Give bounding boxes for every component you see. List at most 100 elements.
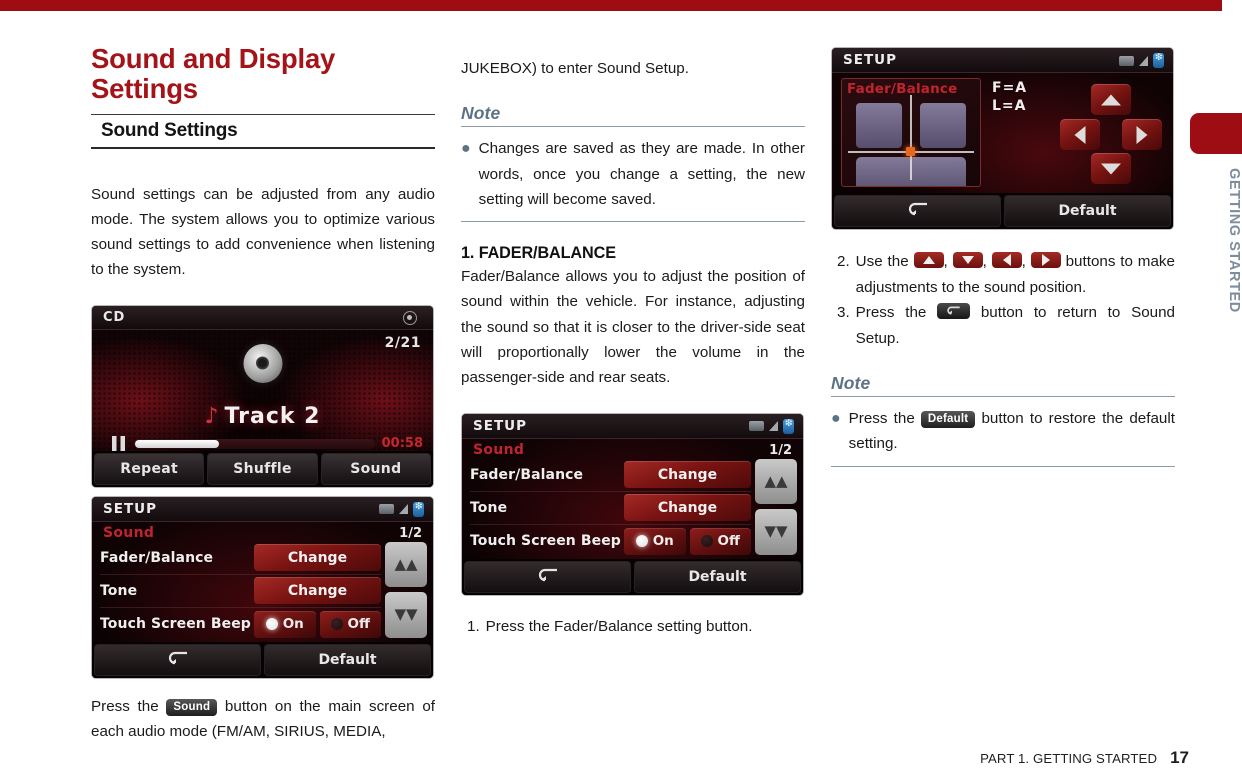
note-block-2: Note ● Press the Default button to resto… xyxy=(831,373,1175,467)
column-1: Sound and Display Settings Sound Setting… xyxy=(91,43,435,744)
cd-sound-button[interactable]: Sound xyxy=(320,452,431,485)
bluetooth-icon xyxy=(413,501,424,517)
cd-repeat-button[interactable]: Repeat xyxy=(94,452,205,485)
setup-footer-bar: Default xyxy=(92,641,433,678)
scroll-up-button[interactable]: ▲▲ xyxy=(385,541,427,588)
fader-balance-change-button[interactable]: Change xyxy=(624,461,751,489)
cd-track-title-row: ♪ Track 2 xyxy=(92,404,433,429)
section-rule-bottom xyxy=(91,146,435,149)
setup-row-touch-screen-beep: Touch Screen Beep On Off xyxy=(470,525,751,558)
page-footer: PART 1. GETTING STARTED 17 xyxy=(980,748,1189,768)
tone-change-button[interactable]: Change xyxy=(624,494,751,522)
row-label: Tone xyxy=(470,499,508,516)
setup-default-button[interactable]: Default xyxy=(1004,195,1171,227)
radio-unselected-icon xyxy=(330,618,343,631)
beep-on-button[interactable]: On xyxy=(254,610,316,638)
inline-arrow-up-icon xyxy=(913,252,944,268)
cd-track-count: 2/21 xyxy=(384,334,421,351)
note-rule-bottom xyxy=(461,221,805,223)
step-text: Press the Fader/Balance setting button. xyxy=(485,617,753,635)
beep-off-label: Off xyxy=(347,616,370,633)
card-icon xyxy=(749,421,764,432)
beep-toggle-group: On Off xyxy=(624,527,751,555)
card-icon xyxy=(1119,55,1134,66)
arrow-right-button[interactable] xyxy=(1122,119,1162,150)
scroll-down-button[interactable]: ▼▼ xyxy=(385,592,427,638)
scroll-up-button[interactable]: ▲▲ xyxy=(755,458,797,505)
back-arrow-icon xyxy=(907,202,929,220)
arrow-down-button[interactable] xyxy=(1091,153,1131,184)
tone-change-button[interactable]: Change xyxy=(254,577,381,605)
row-label: Fader/Balance xyxy=(470,466,584,483)
signal-icon xyxy=(1139,55,1148,66)
setup-default-button[interactable]: Default xyxy=(264,643,431,676)
inline-arrow-left-icon xyxy=(991,252,1022,268)
cd-elapsed-time: 00:58 xyxy=(381,435,423,451)
inline-back-arrow-icon xyxy=(937,303,971,319)
fader-balance-change-button[interactable]: Change xyxy=(254,544,381,572)
footer-page-number: 17 xyxy=(1170,748,1189,767)
fader-balance-section: 1. FADER/BALANCE Fader/Balance allows yo… xyxy=(461,244,805,390)
arrow-up-button[interactable] xyxy=(1091,84,1131,115)
balance-value: L=A xyxy=(992,98,1027,114)
step-number: 1. xyxy=(467,617,480,635)
beep-off-button[interactable]: Off xyxy=(689,527,751,555)
beep-off-label: Off xyxy=(717,533,740,550)
setup-title: SETUP xyxy=(103,500,158,517)
cd-progress-bar[interactable] xyxy=(134,438,375,449)
note-block-1: Note ● Changes are saved as they are mad… xyxy=(461,103,805,223)
beep-off-button[interactable]: Off xyxy=(319,610,381,638)
setup-back-button[interactable] xyxy=(94,643,261,676)
cd-source-label: CD xyxy=(103,309,126,325)
setup-row-tone: Tone Change xyxy=(470,492,751,525)
status-icons xyxy=(749,418,794,434)
music-note-icon: ♪ xyxy=(204,403,220,429)
beep-on-button[interactable]: On xyxy=(624,527,686,555)
cd-progress-fill xyxy=(135,439,220,448)
note-body: ● Press the Default button to restore th… xyxy=(831,397,1175,466)
radio-selected-icon xyxy=(265,618,278,631)
setup-page-indicator: 1/2 xyxy=(399,525,422,541)
screenshot-setup-sound-2: SETUP Sound 1/2 Fader/Balance Change Ton… xyxy=(461,412,804,596)
setup-row-fader-balance: Fader/Balance Change xyxy=(470,459,751,492)
inline-arrow-down-icon xyxy=(952,252,983,268)
setup-title: SETUP xyxy=(843,52,898,68)
cabin-diagram-panel[interactable]: Fader/Balance xyxy=(841,78,981,187)
scroll-down-button[interactable]: ▼▼ xyxy=(755,509,797,555)
cabin-diagram-title: Fader/Balance xyxy=(847,81,958,97)
screenshot-fader-balance: SETUP Fader/Balance F=A L=A xyxy=(831,47,1174,230)
note-text: Press the Default button to restore the … xyxy=(849,406,1175,457)
note-heading: Note xyxy=(831,373,871,393)
arrow-left-button[interactable] xyxy=(1060,119,1100,150)
status-icons xyxy=(379,501,424,517)
setup-back-button[interactable] xyxy=(834,195,1001,227)
page-content: Sound and Display Settings Sound Setting… xyxy=(0,0,1242,777)
setup-rows: Fader/Balance Change Tone Change Touch S… xyxy=(100,542,381,638)
fader-balance-readout: F=A L=A xyxy=(992,79,1027,115)
cd-title-bar xyxy=(92,305,433,330)
row-label: Tone xyxy=(100,582,138,599)
steps-list-column-3: 2. Use the , , , buttons to make adjustm… xyxy=(831,249,1175,351)
sound-position-marker xyxy=(906,147,915,156)
setup-default-button[interactable]: Default xyxy=(634,560,801,593)
setup-back-button[interactable] xyxy=(464,560,631,593)
crosshair-vertical xyxy=(910,95,912,180)
column-3: SETUP Fader/Balance F=A L=A xyxy=(831,44,1175,467)
footer-part-label: PART 1. GETTING STARTED xyxy=(980,751,1158,766)
setup-row-fader-balance: Fader/Balance Change xyxy=(100,542,381,575)
signal-icon xyxy=(399,504,408,515)
fader-value: F=A xyxy=(992,80,1028,96)
setup-title: SETUP xyxy=(473,417,528,434)
inline-arrow-right-icon xyxy=(1030,252,1061,268)
steps-list-column-2: 1. Press the Fader/Balance setting butto… xyxy=(461,614,805,640)
seat-front-right-icon xyxy=(920,103,966,148)
step-prefix: Press the xyxy=(855,304,927,321)
back-arrow-icon xyxy=(167,651,189,669)
caption-prefix: Press the xyxy=(91,697,159,715)
step-text: Press the button to return to Sound Setu… xyxy=(856,300,1175,351)
cd-shuffle-button[interactable]: Shuffle xyxy=(207,452,318,485)
column-2: JUKEBOX) to enter Sound Setup. Note ● Ch… xyxy=(461,44,805,639)
section-heading: Sound Settings xyxy=(101,119,238,141)
note-text: Changes are saved as they are made. In o… xyxy=(478,140,805,208)
cd-button-bar: Repeat Shuffle Sound xyxy=(92,450,433,487)
